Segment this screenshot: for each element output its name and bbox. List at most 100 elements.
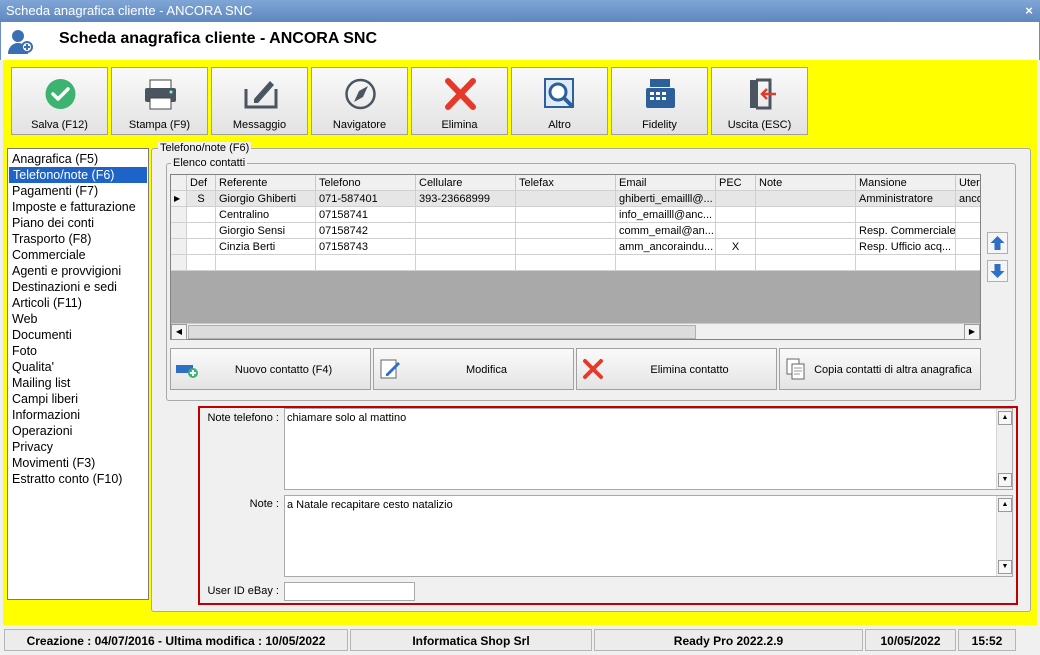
scroll-up-icon[interactable]: ▲ <box>998 411 1012 425</box>
table-cell <box>756 223 856 239</box>
sidebar-item[interactable]: Agenti e provvigioni <box>8 263 148 279</box>
table-cell <box>716 207 756 223</box>
scroll-down-icon[interactable]: ▼ <box>998 560 1012 574</box>
sidebar-item[interactable]: Imposte e fatturazione <box>8 199 148 215</box>
table-cell: 07158741 <box>316 207 416 223</box>
sidebar-item[interactable]: Estratto conto (F10) <box>8 471 148 487</box>
move-down-button[interactable] <box>987 260 1008 282</box>
sidebar-item[interactable]: Mailing list <box>8 375 148 391</box>
other-button[interactable]: Altro <box>511 67 608 135</box>
navigator-label: Navigatore <box>332 119 387 131</box>
arrow-down-icon <box>990 264 1005 278</box>
status-company: Informatica Shop Srl <box>350 629 592 651</box>
table-cell <box>856 255 956 271</box>
message-button[interactable]: Messaggio <box>211 67 308 135</box>
sidebar-item[interactable]: Articoli (F11) <box>8 295 148 311</box>
table-row[interactable]: Centralino 07158741 info_emailll@anc... <box>171 207 980 223</box>
copy-icon <box>786 358 805 380</box>
copy-contacts-button[interactable]: Copia contatti di altra anagrafica <box>779 348 981 390</box>
status-bar: Creazione : 04/07/2016 - Ultima modifica… <box>0 626 1040 655</box>
delete-button[interactable]: Elimina <box>411 67 508 135</box>
move-up-button[interactable] <box>987 232 1008 254</box>
cash-register-icon <box>646 79 675 108</box>
table-row[interactable]: Cinzia Berti 07158743 amm_ancoraindu... X Re… <box>171 239 980 255</box>
phone-notes-field[interactable]: chiamare solo al mattino ▲ ▼ <box>284 408 1013 490</box>
edit-contact-button[interactable]: Modifica <box>373 348 574 390</box>
sidebar-item[interactable]: Informazioni <box>8 407 148 423</box>
exit-button[interactable]: Uscita (ESC) <box>711 67 808 135</box>
sidebar-item[interactable]: Trasporto (F8) <box>8 231 148 247</box>
sidebar-item[interactable]: Privacy <box>8 439 148 455</box>
sidebar-item[interactable]: Foto <box>8 343 148 359</box>
message-label: Messaggio <box>232 119 287 131</box>
column-header: Referente <box>216 175 316 191</box>
sidebar-item[interactable]: Destinazioni e sedi <box>8 279 148 295</box>
sidebar-item[interactable]: Telefono/note (F6) <box>9 167 147 183</box>
sidebar-item[interactable]: Movimenti (F3) <box>8 455 148 471</box>
status-version: Ready Pro 2022.2.9 <box>594 629 863 651</box>
scroll-left-icon[interactable]: ◀ <box>171 324 187 340</box>
status-time: 15:52 <box>958 629 1016 651</box>
delete-contact-button[interactable]: Elimina contatto <box>576 348 777 390</box>
phone-notes-scrollbar[interactable]: ▲ ▼ <box>996 409 1012 489</box>
row-indicator <box>171 207 187 223</box>
table-cell: ghiberti_emailll@... <box>616 191 716 207</box>
sidebar-item[interactable]: Commerciale <box>8 247 148 263</box>
close-icon[interactable]: × <box>1022 4 1036 18</box>
table-cell <box>216 255 316 271</box>
table-cell <box>516 239 616 255</box>
column-header: PEC <box>716 175 756 191</box>
table-row[interactable]: Giorgio Sensi 07158742 comm_email@an... Res… <box>171 223 980 239</box>
contacts-table[interactable]: Def Referente Telefono Cellulare Telefax Emai… <box>170 174 981 340</box>
table-cell <box>416 255 516 271</box>
table-cell: Resp. Ufficio acq... <box>856 239 956 255</box>
scroll-thumb[interactable] <box>188 325 696 339</box>
column-header: Telefono <box>316 175 416 191</box>
fidelity-button[interactable]: Fidelity <box>611 67 708 135</box>
save-button[interactable]: Salva (F12) <box>11 67 108 135</box>
column-header: Telefax <box>516 175 616 191</box>
row-indicator <box>171 239 187 255</box>
panel-legend: Telefono/note (F6) <box>158 142 252 154</box>
scroll-up-icon[interactable]: ▲ <box>998 498 1012 512</box>
table-cell <box>316 255 416 271</box>
table-cell: Giorgio Sensi <box>216 223 316 239</box>
row-indicator-header <box>171 175 187 191</box>
notes-field[interactable]: a Natale recapitare cesto natalizio ▲ ▼ <box>284 495 1013 577</box>
ebay-user-input[interactable] <box>284 582 415 601</box>
column-header: Note <box>756 175 856 191</box>
sidebar-item[interactable]: Piano dei conti <box>8 215 148 231</box>
window-title: Scheda anagrafica cliente - ANCORA SNC <box>6 3 253 18</box>
sidebar-item[interactable]: Operazioni <box>8 423 148 439</box>
phone-notes-value: chiamare solo al mattino <box>287 412 407 424</box>
scroll-down-icon[interactable]: ▼ <box>998 473 1012 487</box>
table-cell <box>756 207 856 223</box>
sidebar-item[interactable]: Anagrafica (F5) <box>8 151 148 167</box>
new-contact-button[interactable]: Nuovo contatto (F4) <box>170 348 371 390</box>
table-cell <box>956 255 980 271</box>
table-cell: Giorgio Ghiberti <box>216 191 316 207</box>
sidebar-item[interactable]: Pagamenti (F7) <box>8 183 148 199</box>
table-cell <box>756 239 856 255</box>
table-cell <box>187 255 216 271</box>
table-row[interactable]: ▶ S Giorgio Ghiberti 071-587401 393-23668999… <box>171 191 980 207</box>
table-cell: 071-587401 <box>316 191 416 207</box>
add-contact-icon <box>176 365 198 378</box>
table-cell <box>716 255 756 271</box>
sidebar-item[interactable]: Documenti <box>8 327 148 343</box>
print-button[interactable]: Stampa (F9) <box>111 67 208 135</box>
table-cell <box>187 223 216 239</box>
sidebar-item[interactable]: Web <box>8 311 148 327</box>
notes-scrollbar[interactable]: ▲ ▼ <box>996 496 1012 576</box>
navigator-button[interactable]: Navigatore <box>311 67 408 135</box>
table-cell: 07158743 <box>316 239 416 255</box>
table-row[interactable] <box>171 255 980 271</box>
sidebar-item[interactable]: Qualita' <box>8 359 148 375</box>
scroll-right-icon[interactable]: ▶ <box>964 324 980 340</box>
row-indicator <box>171 223 187 239</box>
table-horizontal-scrollbar[interactable]: ◀ ▶ <box>171 323 980 340</box>
table-cell <box>516 207 616 223</box>
sidebar-item[interactable]: Campi liberi <box>8 391 148 407</box>
table-cell <box>416 239 516 255</box>
table-cell <box>516 191 616 207</box>
